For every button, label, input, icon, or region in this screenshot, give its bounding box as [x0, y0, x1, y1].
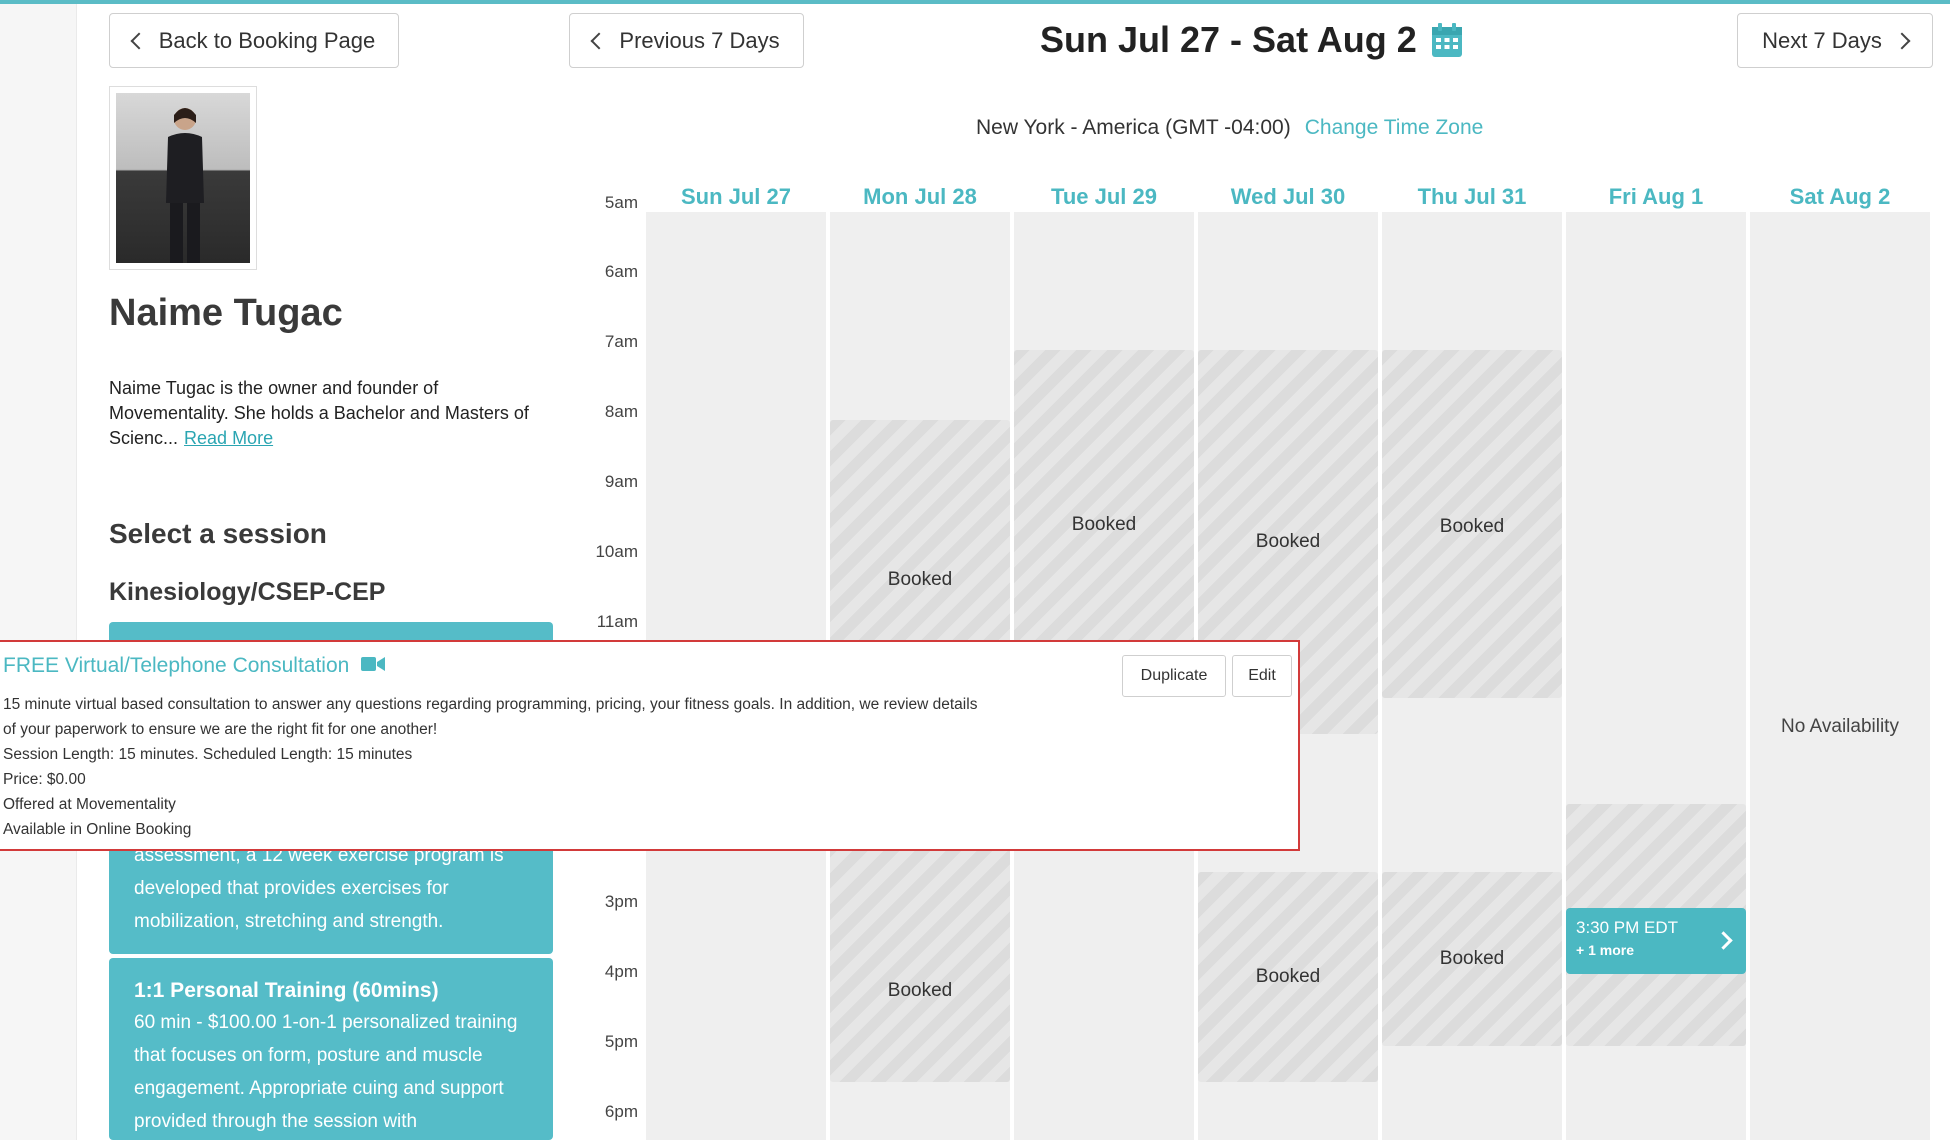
top-accent-bar: [0, 0, 1950, 4]
day-header: Thu Jul 31: [1417, 184, 1527, 209]
popup-line: Session Length: 15 minutes. Scheduled Le…: [3, 746, 413, 763]
hour-label: 3pm: [604, 892, 638, 911]
day-header: Fri Aug 1: [1608, 184, 1704, 209]
left-gutter: [0, 4, 77, 1140]
booked-block: Booked: [1198, 872, 1378, 1082]
chevron-left-icon: [590, 32, 608, 49]
timezone-bar: New York - America (GMT -04:00) Change T…: [976, 116, 1483, 140]
hour-label: 5am: [604, 193, 638, 212]
booked-label: Booked: [1071, 514, 1137, 535]
session-card-line: 60 min - $100.00 1-on-1 personalized tra…: [134, 1012, 518, 1033]
change-timezone-link[interactable]: Change Time Zone: [1305, 116, 1484, 140]
day-header: Sun Jul 27: [680, 184, 792, 209]
hour-label: 9am: [604, 472, 638, 491]
booked-block: Booked: [1382, 350, 1562, 698]
session-card-line: that focuses on form, posture and muscle: [134, 1045, 483, 1066]
trainer-bio: Naime Tugac is the owner and founder of …: [109, 376, 559, 451]
previous-7-days-button[interactable]: Previous 7 Days: [569, 13, 804, 68]
next-7-days-label: Next 7 Days: [1762, 27, 1882, 53]
chevron-left-icon: [130, 32, 148, 49]
calendar-icon[interactable]: [1431, 22, 1463, 58]
edit-button[interactable]: Edit: [1232, 655, 1292, 697]
popup-title-text: FREE Virtual/Telephone Consultation: [3, 654, 350, 677]
booked-label: Booked: [887, 980, 953, 1001]
week-range-title: Sun Jul 27 - Sat Aug 2: [1040, 14, 1463, 66]
duplicate-button[interactable]: Duplicate: [1122, 655, 1226, 697]
popup-description: 15 minute virtual based consultation to …: [3, 692, 1083, 842]
no-availability-label: No Availability: [1781, 716, 1899, 737]
day-column: [1750, 212, 1930, 1140]
popup-line: Available in Online Booking: [3, 821, 192, 838]
hour-label: 11am: [596, 612, 638, 631]
previous-7-days-label: Previous 7 Days: [619, 27, 780, 53]
popup-title[interactable]: FREE Virtual/Telephone Consultation: [3, 654, 386, 678]
bio-text: Naime Tugac is the owner and founder of …: [109, 378, 529, 448]
session-card-line: provided through the session with: [134, 1111, 418, 1132]
booked-label: Booked: [1255, 531, 1321, 552]
next-7-days-button[interactable]: Next 7 Days: [1737, 13, 1933, 68]
popup-line: Offered at Movementality: [3, 796, 176, 813]
booked-label: Booked: [1439, 516, 1505, 537]
session-card-line: developed that provides exercises for: [134, 878, 449, 899]
select-session-heading: Select a session: [109, 518, 327, 549]
day-header: Mon Jul 28: [863, 184, 977, 209]
session-category-heading: Kinesiology/CSEP-CEP: [109, 578, 386, 606]
booked-label: Booked: [1255, 966, 1321, 987]
hour-label: 10am: [595, 542, 638, 561]
week-range-text: Sun Jul 27 - Sat Aug 2: [1040, 19, 1417, 60]
hour-label: 6am: [604, 262, 638, 281]
video-camera-icon: [361, 654, 386, 678]
day-header: Wed Jul 30: [1230, 184, 1346, 209]
booked-label: Booked: [1439, 948, 1505, 969]
booked-label: Booked: [887, 569, 953, 590]
session-card-line: engagement. Appropriate cuing and suppor…: [134, 1078, 504, 1099]
timezone-label: New York - America (GMT -04:00): [976, 116, 1291, 139]
booked-block: Booked: [1382, 872, 1562, 1046]
read-more-link[interactable]: Read More: [184, 428, 273, 448]
session-card-title: 1:1 Personal Training (60mins): [134, 979, 439, 1002]
popup-line: 15 minute virtual based consultation to …: [3, 696, 978, 713]
popup-line: of your paperwork to ensure we are the r…: [3, 721, 438, 738]
popup-line: Price: $0.00: [3, 771, 86, 788]
trainer-name: Naime Tugac: [109, 292, 343, 334]
hour-label: 7am: [604, 332, 638, 351]
session-card-line: mobilization, stretching and strength.: [134, 911, 444, 932]
day-header: Tue Jul 29: [1051, 184, 1157, 209]
session-detail-popup: FREE Virtual/Telephone Consultation Dupl…: [0, 640, 1300, 851]
back-to-booking-button[interactable]: Back to Booking Page: [109, 13, 399, 68]
available-slot-button[interactable]: 3:30 PM EDT + 1 more: [1566, 908, 1746, 974]
chevron-right-icon: [1893, 32, 1911, 49]
day-header: Sat Aug 2: [1789, 184, 1891, 209]
hour-label: 8am: [604, 402, 638, 421]
back-to-booking-label: Back to Booking Page: [158, 27, 376, 53]
hour-label: 4pm: [604, 962, 638, 981]
session-card-personal-training[interactable]: 1:1 Personal Training (60mins) 60 min - …: [109, 958, 553, 1140]
profile-photo: [109, 86, 257, 270]
hour-label: 6pm: [604, 1102, 638, 1121]
hour-label: 5pm: [604, 1032, 638, 1051]
